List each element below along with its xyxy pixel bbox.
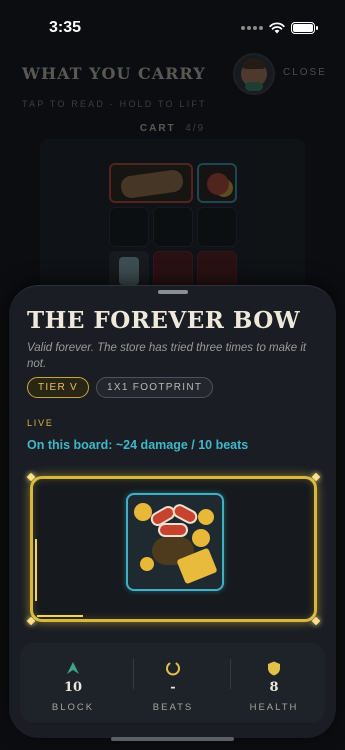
- item-preview-card[interactable]: [26, 472, 321, 626]
- status-time: 3:35: [49, 19, 82, 36]
- glow-edge: [35, 539, 37, 601]
- stat-label: HEALTH: [249, 702, 299, 713]
- live-damage-value: On this board: ~24 damage / 10 beats: [27, 438, 249, 452]
- item-stats: 10 BLOCK - BEATS 8 HEALTH: [20, 643, 325, 723]
- scroll-item[interactable]: [109, 163, 193, 203]
- grid-cell[interactable]: [109, 207, 149, 247]
- screen-title: WHAT YOU CARRY: [22, 64, 206, 83]
- ring-icon: [166, 662, 180, 676]
- footprint-badge: 1X1 FOOTPRINT: [96, 377, 214, 398]
- stat-label: BEATS: [152, 702, 194, 713]
- sparkle-icon: [26, 616, 36, 626]
- item-description: Valid forever. The store has tried three…: [27, 342, 307, 370]
- item-detail-sheet: THE FOREVER BOW Valid forever. The store…: [9, 285, 336, 738]
- stat-label: BLOCK: [51, 702, 95, 713]
- home-indicator[interactable]: [111, 737, 234, 741]
- close-button[interactable]: CLOSE: [283, 67, 327, 78]
- gift-bow-item[interactable]: [197, 163, 237, 203]
- signal-icon: [241, 26, 263, 30]
- cart-count: 4/9: [185, 123, 206, 134]
- grid-cell[interactable]: [197, 207, 237, 247]
- wifi-icon: [269, 22, 285, 34]
- tier-badge: TIER V: [27, 377, 90, 398]
- status-icons: [241, 22, 318, 34]
- stat-value: 8: [269, 680, 279, 695]
- sparkle-icon: [26, 472, 36, 482]
- shield-icon: [268, 661, 280, 676]
- avatar[interactable]: [233, 53, 275, 95]
- stat-value: -: [170, 680, 176, 695]
- stat-beats: - BEATS: [123, 643, 223, 723]
- item-title: THE FOREVER BOW: [27, 307, 301, 334]
- screen-subtitle: TAP TO READ - HOLD TO LIFT: [22, 99, 207, 109]
- gift-bow-icon: [126, 493, 224, 591]
- cart-label: CART: [139, 123, 176, 134]
- sparkle-icon: [311, 616, 321, 626]
- cart-header: CART 4/9: [0, 123, 345, 134]
- stat-block: 10 BLOCK: [23, 643, 123, 723]
- item-chips: TIER V 1X1 FOOTPRINT: [27, 377, 214, 398]
- status-bar: 3:35: [0, 0, 345, 54]
- stat-health: 8 HEALTH: [224, 643, 324, 723]
- sparkle-icon: [311, 472, 321, 482]
- arrow-up-icon: [67, 662, 79, 674]
- live-label: LIVE: [27, 418, 54, 428]
- sheet-grabber[interactable]: [158, 290, 188, 294]
- battery-icon: [291, 22, 318, 34]
- glow-edge: [37, 615, 83, 617]
- stat-value: 10: [63, 680, 83, 695]
- grid-cell[interactable]: [153, 207, 193, 247]
